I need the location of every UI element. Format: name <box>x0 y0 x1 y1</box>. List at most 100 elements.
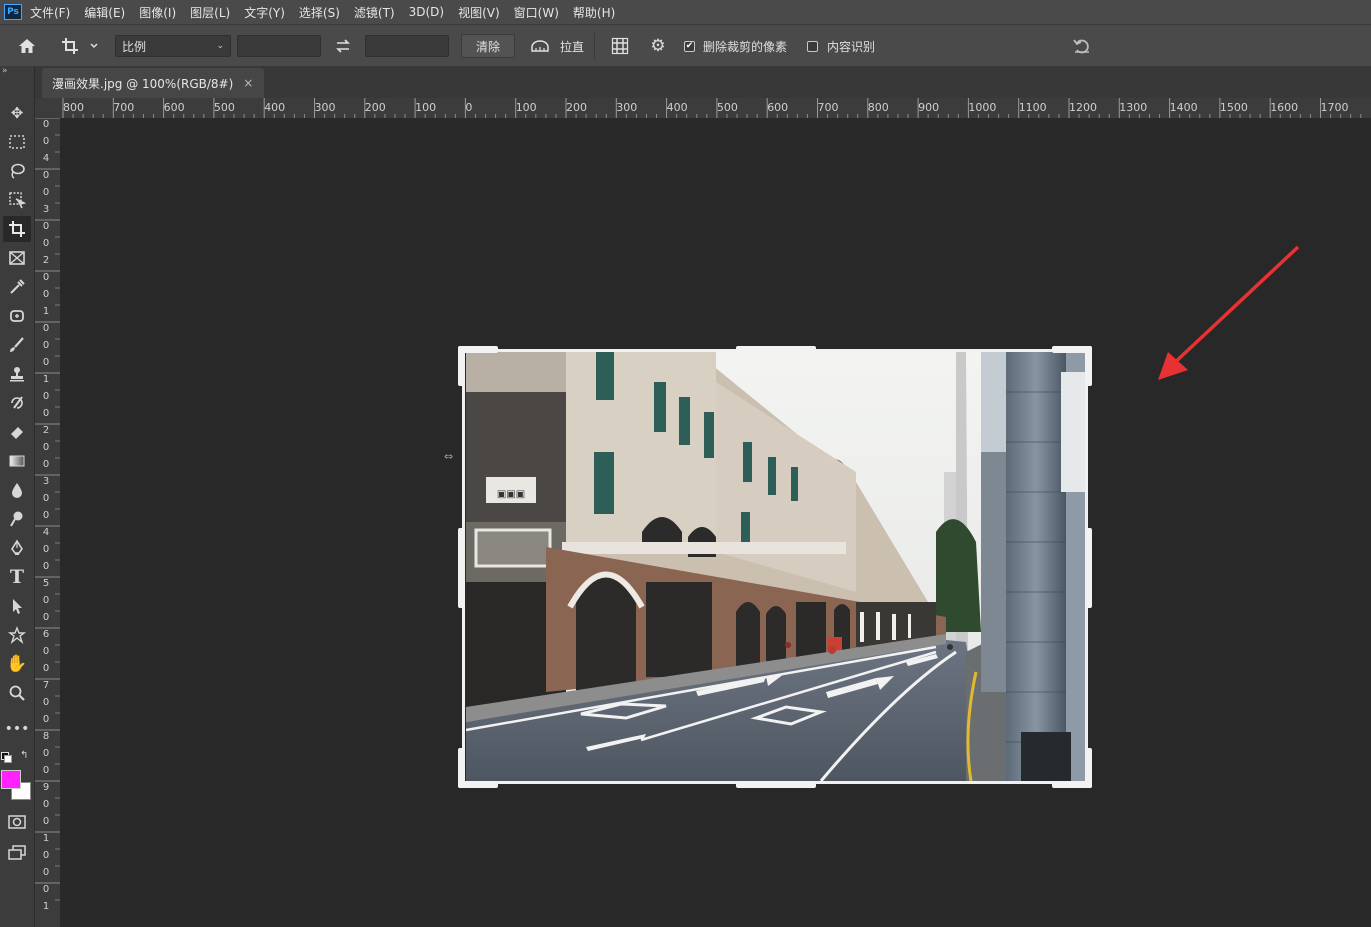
menu-window[interactable]: 窗口(W) <box>514 4 559 21</box>
crop-handle-right[interactable] <box>1085 528 1092 608</box>
eraser-icon[interactable] <box>3 419 31 445</box>
width-input[interactable] <box>237 35 321 57</box>
ruler-left-label: 0 <box>42 544 50 555</box>
straighten-label[interactable]: 拉直 <box>560 38 584 55</box>
ruler-top-label: 1200 <box>1069 101 1097 114</box>
gear-icon[interactable]: ⚙ <box>648 36 668 56</box>
ruler-left-label: 0 <box>42 119 50 130</box>
document-tab[interactable]: 漫画效果.jpg @ 100%(RGB/8#) × <box>42 68 264 98</box>
swap-colors-icon[interactable]: ↰ <box>20 750 28 761</box>
delete-cropped-checkbox[interactable]: ✔ <box>684 40 696 52</box>
ruler-top-label: 700 <box>113 101 135 114</box>
content-aware-label[interactable]: 内容识别 <box>827 38 875 55</box>
menu-image[interactable]: 图像(I) <box>139 4 176 21</box>
menu-type[interactable]: 文字(Y) <box>244 4 285 21</box>
ruler-left-label: 0 <box>42 646 50 657</box>
ruler-top-label: 600 <box>767 101 789 114</box>
close-icon[interactable]: × <box>243 76 253 90</box>
menu-file[interactable]: 文件(F) <box>30 4 70 21</box>
clear-button[interactable]: 清除 <box>461 34 515 58</box>
stamp-icon[interactable] <box>3 361 31 387</box>
grid-overlay-icon[interactable] <box>609 37 631 55</box>
ruler-left-label: 9 <box>42 782 50 793</box>
blur-icon[interactable] <box>3 477 31 503</box>
crop-handle-left[interactable] <box>458 528 465 608</box>
gradient-icon[interactable] <box>3 448 31 474</box>
ruler-left-label: 0 <box>42 748 50 759</box>
ruler-left-label: 7 <box>42 680 50 691</box>
ruler-left-label: 4 <box>42 153 50 164</box>
path-select-icon[interactable] <box>3 593 31 619</box>
crop-handle-top-left-vertical[interactable] <box>458 346 465 386</box>
delete-cropped-label[interactable]: 删除裁剪的像素 <box>703 38 787 55</box>
horizontal-ruler[interactable]: 800 700 600 500 400 300 200 100 0 100 200 300 400 500… <box>60 98 1371 119</box>
ruler-left-label: 5 <box>42 578 50 589</box>
menu-3d[interactable]: 3D(D) <box>409 5 444 19</box>
ruler-left-label: 0 <box>42 510 50 521</box>
crop-handle-top-right-vertical[interactable] <box>1085 346 1092 386</box>
photoshop-logo: Ps <box>4 4 22 20</box>
crop-handle-bottom[interactable] <box>736 781 816 788</box>
straighten-icon[interactable] <box>529 39 551 53</box>
crop-handle-top[interactable] <box>736 346 816 353</box>
history-brush-icon[interactable] <box>3 390 31 416</box>
ruler-top-label: 200 <box>364 101 386 114</box>
ruler-origin[interactable] <box>35 98 60 118</box>
foreground-color-swatch[interactable] <box>1 770 21 789</box>
menu-edit[interactable]: 编辑(E) <box>84 4 125 21</box>
ruler-left-label: 0 <box>42 323 50 334</box>
pen-icon[interactable] <box>3 535 31 561</box>
menu-select[interactable]: 选择(S) <box>299 4 340 21</box>
move-icon[interactable]: ✥ <box>3 100 31 126</box>
ruler-left-label: 1 <box>42 306 50 317</box>
crop-icon[interactable] <box>3 216 31 242</box>
shape-icon[interactable] <box>3 622 31 648</box>
screen-mode-icon[interactable] <box>3 839 31 865</box>
ruler-top-label: 1400 <box>1169 101 1198 114</box>
menu-view[interactable]: 视图(V) <box>458 4 500 21</box>
dodge-icon[interactable] <box>3 506 31 532</box>
object-select-icon[interactable] <box>3 187 31 213</box>
healing-icon[interactable] <box>3 303 31 329</box>
panel-collapse-icon[interactable]: » <box>2 66 8 76</box>
menu-layer[interactable]: 图层(L) <box>190 4 230 21</box>
crop-handle-bottom-left-vertical[interactable] <box>458 748 465 788</box>
default-colors-icon[interactable] <box>1 752 12 763</box>
ruler-left-label: 3 <box>42 204 50 215</box>
eyedropper-icon[interactable] <box>3 274 31 300</box>
ruler-top-label: 1000 <box>968 101 997 114</box>
ratio-select[interactable]: 比例 ⌄ <box>115 35 231 57</box>
marquee-icon[interactable] <box>3 129 31 155</box>
menu-filter[interactable]: 滤镜(T) <box>354 4 395 21</box>
height-input[interactable] <box>365 35 449 57</box>
reset-icon[interactable] <box>1071 38 1093 54</box>
crop-handle-bottom-right-vertical[interactable] <box>1085 748 1092 788</box>
menu-help[interactable]: 帮助(H) <box>573 4 615 21</box>
content-aware-checkbox[interactable] <box>807 40 819 52</box>
swap-icon[interactable] <box>333 39 353 53</box>
ruler-left-label: 0 <box>42 595 50 606</box>
ruler-top-label: 900 <box>918 101 940 114</box>
more-icon[interactable]: ••• <box>3 716 31 742</box>
ruler-left-label: 0 <box>42 340 50 351</box>
ruler-left-label: 0 <box>42 884 50 895</box>
vertical-ruler[interactable]: 0 0 4 0 0 3 0 0 2 0 0 1 0 0 0 1 0 0 2 0 0 3 0 0 4 0 0 5 0 0 6 0 0 7 0 0 8 0 0 9… <box>35 118 61 927</box>
ruler-left-label: 8 <box>42 731 50 742</box>
document-image[interactable]: ▣▣▣ <box>466 352 1085 781</box>
zoom-icon[interactable] <box>3 680 31 706</box>
ruler-left-label: 1 <box>42 833 50 844</box>
quick-mask-icon[interactable] <box>3 809 31 835</box>
crop-preset-icon[interactable] <box>59 37 103 55</box>
hand-icon[interactable]: ✋ <box>3 651 31 677</box>
home-icon[interactable] <box>13 38 41 54</box>
frame-icon[interactable] <box>3 245 31 271</box>
lasso-icon[interactable] <box>3 158 31 184</box>
document-tab-bar: 漫画效果.jpg @ 100%(RGB/8#) × <box>35 66 1371 98</box>
ruler-left-label: 0 <box>42 442 50 453</box>
ruler-left-label: 2 <box>42 425 50 436</box>
type-icon[interactable]: T <box>3 564 31 590</box>
ruler-left-label: 2 <box>42 255 50 266</box>
ruler-left-label: 1 <box>42 901 50 912</box>
ruler-top-label: 300 <box>616 101 638 114</box>
brush-icon[interactable] <box>3 332 31 358</box>
